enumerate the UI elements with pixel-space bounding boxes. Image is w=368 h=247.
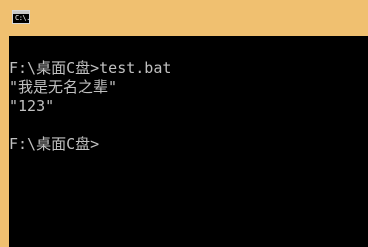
console-line: "123" [9,97,55,115]
cmd-app-icon[interactable]: C:\. [12,10,30,24]
cmd-window: C:\. F:\桌面C盘>test.bat "我是无名之辈" "123" F:\… [0,0,368,247]
console-output[interactable]: F:\桌面C盘>test.bat "我是无名之辈" "123" F:\桌面C盘> [9,36,368,247]
console-line: F:\桌面C盘>test.bat [9,59,172,77]
title-bar[interactable]: C:\. [0,0,368,36]
window-frame-left [0,36,9,247]
cmd-icon-label: C:\. [15,14,30,22]
console-prompt-line[interactable]: F:\桌面C盘> [9,135,368,154]
console-line: "我是无名之辈" [9,78,118,96]
